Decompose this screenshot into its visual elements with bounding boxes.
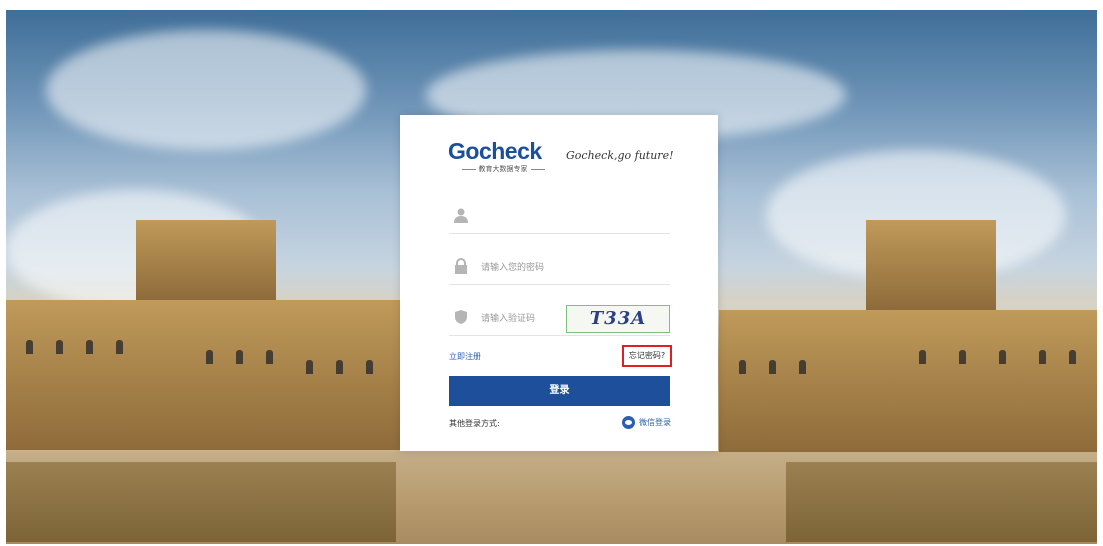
forgot-password-link[interactable]: 忘记密码?	[622, 345, 672, 367]
login-button[interactable]: 登录	[449, 376, 670, 406]
logo-text: Gocheck	[448, 138, 542, 164]
password-field[interactable]: 请输入您的密码	[449, 250, 670, 285]
slogan: Gocheck,go future!	[566, 149, 674, 162]
captcha-image[interactable]: T33A	[566, 305, 670, 333]
wechat-login-label: 微信登录	[639, 418, 671, 427]
palace-left	[6, 300, 401, 450]
user-icon	[454, 208, 468, 223]
lawn-left	[6, 462, 396, 542]
register-link[interactable]: 立即注册	[449, 351, 481, 362]
captcha-field[interactable]: 请输入验证码 T33A	[449, 301, 670, 336]
gocheck-logo: Gocheck 教育大数据专家	[448, 139, 558, 175]
logo-subtitle: 教育大数据专家	[448, 164, 558, 174]
username-field[interactable]	[449, 199, 670, 234]
wechat-login-link[interactable]: 微信登录	[622, 416, 671, 429]
lawn-right	[786, 462, 1097, 542]
password-placeholder: 请输入您的密码	[481, 263, 545, 273]
wechat-icon	[622, 416, 635, 429]
login-panel: Gocheck 教育大数据专家 Gocheck,go future! 请输入您的…	[400, 115, 718, 451]
palace-right	[719, 310, 1097, 452]
lock-icon	[455, 258, 467, 274]
palace-right-tower	[866, 220, 996, 310]
other-login-label: 其他登录方式:	[449, 419, 500, 428]
cloud	[46, 30, 366, 150]
palace-left-tower	[136, 220, 276, 300]
shield-icon	[455, 310, 467, 324]
captcha-placeholder: 请输入验证码	[481, 314, 536, 324]
